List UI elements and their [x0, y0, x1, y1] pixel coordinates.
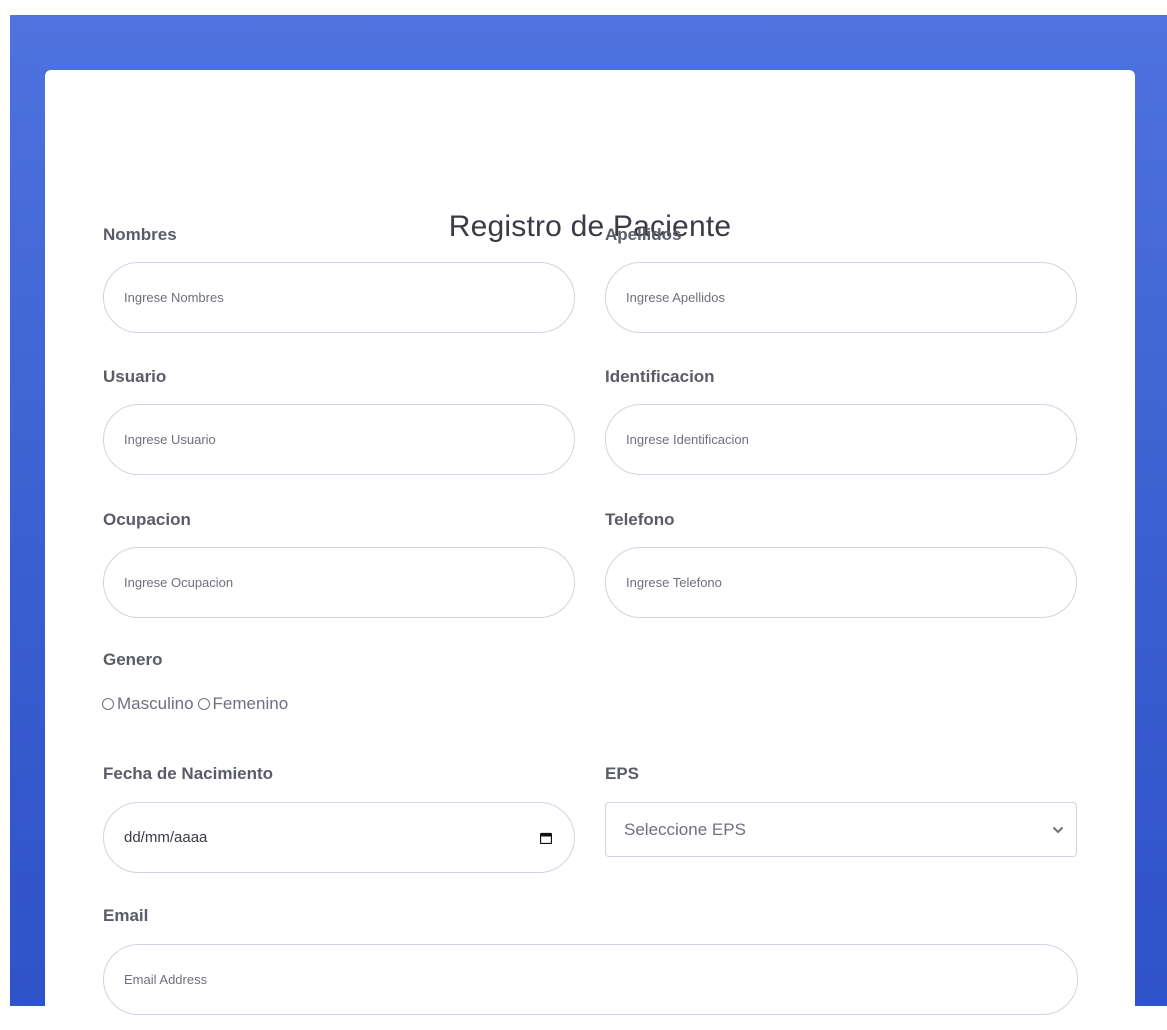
- radio-circle-icon[interactable]: [102, 698, 114, 710]
- email-input[interactable]: [103, 944, 1078, 1015]
- eps-select[interactable]: Seleccione EPS: [605, 802, 1077, 857]
- usuario-input[interactable]: [103, 404, 575, 475]
- usuario-label: Usuario: [103, 367, 167, 386]
- radio-masculino-label: Masculino: [117, 694, 194, 713]
- calendar-icon[interactable]: [540, 832, 552, 844]
- telefono-label: Telefono: [605, 510, 675, 529]
- fecha-value: dd/mm/aaaa: [124, 829, 208, 846]
- page-title: Registro de Paciente: [448, 210, 732, 243]
- genero-label: Genero: [103, 650, 163, 669]
- eps-label: EPS: [605, 764, 640, 783]
- apellidos-input[interactable]: [605, 262, 1077, 333]
- telefono-input[interactable]: [605, 547, 1077, 618]
- identificacion-input[interactable]: [605, 404, 1077, 475]
- chevron-down-icon: [1052, 821, 1064, 839]
- nombres-label: Nombres: [103, 225, 177, 244]
- radio-femenino[interactable]: Femenino: [197, 694, 289, 714]
- ocupacion-input[interactable]: [103, 547, 575, 618]
- radio-circle-icon[interactable]: [197, 698, 210, 710]
- radio-masculino[interactable]: Masculino: [102, 694, 194, 714]
- email-label: Email: [103, 906, 149, 925]
- nombres-input[interactable]: [103, 262, 575, 333]
- identificacion-label: Identificacion: [605, 367, 715, 386]
- apellidos-label: Apellidos: [605, 225, 682, 244]
- register-card: Registro de Paciente Nombres Apellidos U…: [45, 70, 1135, 1030]
- fecha-nacimiento-input[interactable]: dd/mm/aaaa: [103, 802, 575, 873]
- ocupacion-label: Ocupacion: [103, 510, 191, 529]
- genero-radio-group: Masculino Femenino: [102, 694, 292, 714]
- fecha-label: Fecha de Nacimiento: [103, 764, 274, 783]
- eps-selected-value: Seleccione EPS: [624, 819, 746, 839]
- radio-femenino-label: Femenino: [212, 694, 289, 713]
